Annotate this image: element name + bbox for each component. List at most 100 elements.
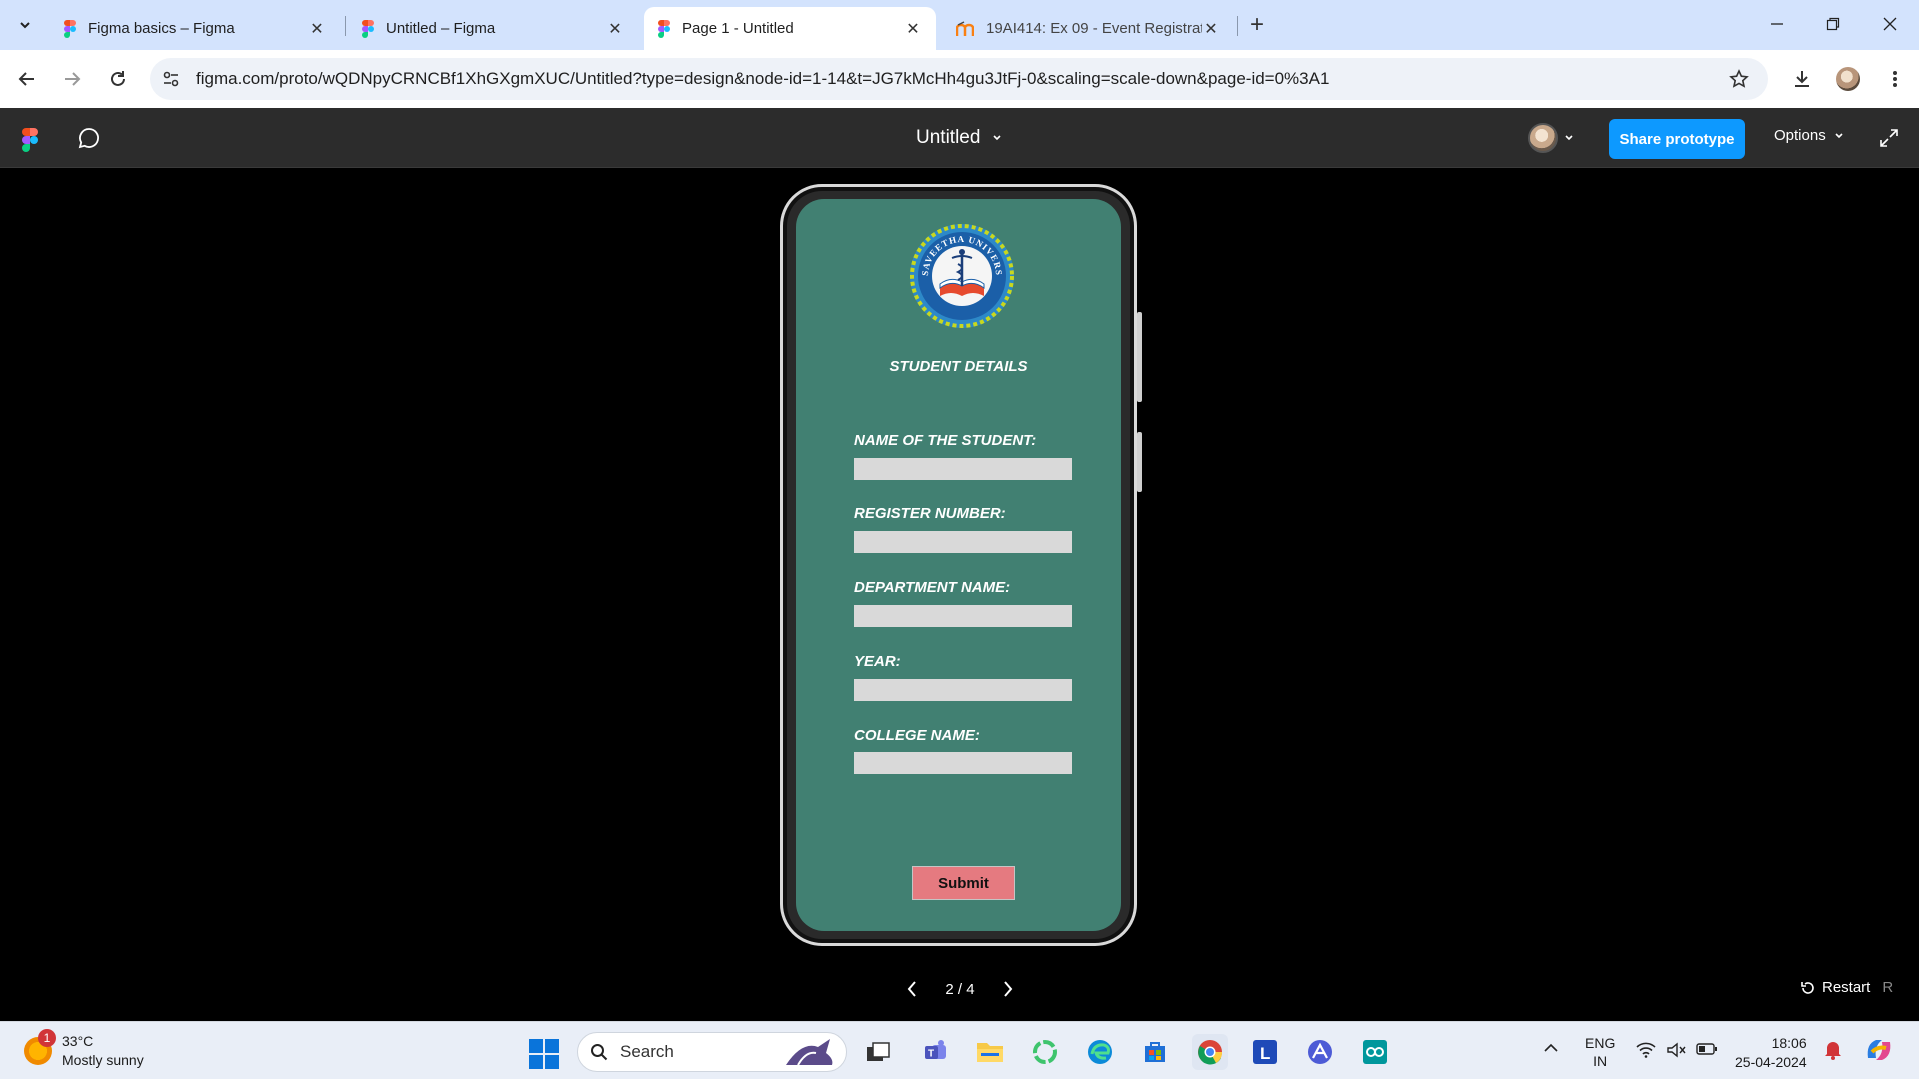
tab-title: Figma basics – Figma [88, 20, 235, 37]
chevron-left-icon[interactable] [900, 977, 924, 1001]
arc-app-icon[interactable] [1302, 1034, 1338, 1070]
prototype-canvas: SAVEETHA UNIVERSITY STUDENT DETAILS NAME… [0, 169, 1919, 1021]
saveetha-university-logo: SAVEETHA UNIVERSITY [908, 222, 1014, 328]
copilot-icon[interactable] [1864, 1036, 1894, 1068]
system-tray-quick-settings[interactable] [1636, 1042, 1718, 1058]
clock-date: 25-04-2024 [1735, 1054, 1807, 1070]
kebab-menu-icon[interactable] [1880, 64, 1910, 94]
tab-page1-untitled[interactable]: Page 1 - Untitled ✕ [644, 7, 936, 50]
new-tab-plus-icon[interactable]: + [1243, 12, 1271, 40]
teams-icon[interactable]: T [918, 1034, 954, 1070]
phone-side-button [1137, 432, 1142, 492]
browser-tab-bar: Figma basics – Figma ✕ Untitled – Figma … [0, 0, 1919, 50]
notification-bell-icon[interactable] [1824, 1040, 1842, 1064]
language-indicator[interactable]: ENG IN [1585, 1034, 1615, 1070]
avatar [1528, 123, 1558, 153]
submit-button[interactable]: Submit [912, 866, 1015, 900]
notification-badge: 1 [38, 1029, 56, 1047]
field-label-year: YEAR: [854, 653, 901, 670]
profile-avatar[interactable] [1833, 64, 1863, 94]
weather-temperature: 33°C [62, 1033, 94, 1049]
close-icon[interactable]: ✕ [606, 20, 624, 38]
search-highlight-icon [786, 1039, 833, 1066]
student-name-input[interactable] [854, 458, 1072, 480]
restart-label: Restart [1822, 979, 1871, 996]
restart-icon [1801, 981, 1814, 994]
address-bar[interactable]: figma.com/proto/wQDNpyCRNCBf1XhGXgmXUC/U… [150, 58, 1768, 100]
windows-taskbar: 1 33°C Mostly sunny Search T L ENG IN 18… [0, 1021, 1919, 1079]
figma-icon [64, 19, 76, 38]
tab-title: Page 1 - Untitled [682, 20, 794, 37]
page-counter: 2 / 4 [945, 980, 975, 998]
region-code: IN [1593, 1053, 1608, 1069]
figma-icon [362, 19, 374, 38]
share-prototype-button[interactable]: Share prototype [1609, 119, 1745, 159]
close-icon[interactable]: ✕ [1202, 20, 1220, 38]
l-app-icon[interactable]: L [1247, 1034, 1283, 1070]
arduino-icon[interactable] [1357, 1034, 1393, 1070]
fullscreen-expand-icon[interactable] [1878, 127, 1900, 149]
tab-figma-basics[interactable]: Figma basics – Figma ✕ [50, 7, 340, 50]
figma-logo-icon[interactable] [22, 128, 38, 152]
green-ring-app-icon[interactable] [1027, 1034, 1063, 1070]
weather-widget[interactable]: 1 33°C Mostly sunny [24, 1029, 144, 1070]
battery-icon [1696, 1043, 1717, 1055]
field-label-college: COLLEGE NAME: [854, 727, 980, 744]
tab-title: 19AI414: Ex 09 - Event Registrat [986, 20, 1202, 37]
college-name-input[interactable] [854, 752, 1072, 774]
task-view-icon[interactable] [860, 1034, 896, 1070]
chevron-right-icon[interactable] [996, 977, 1020, 1001]
tab-untitled-figma[interactable]: Untitled – Figma ✕ [348, 7, 638, 50]
comment-icon[interactable] [76, 125, 102, 151]
search-icon [591, 1044, 608, 1061]
options-menu-button[interactable]: Options [1774, 127, 1844, 144]
department-name-input[interactable] [854, 605, 1072, 627]
restart-button[interactable]: Restart R [1800, 979, 1893, 996]
back-arrow-icon[interactable] [12, 64, 42, 94]
edge-icon[interactable] [1082, 1034, 1118, 1070]
restart-shortcut-key: R [1882, 979, 1894, 996]
sun-icon: 1 [24, 1029, 56, 1065]
document-title[interactable]: Untitled [916, 127, 1002, 149]
tab-separator [1237, 16, 1238, 36]
taskbar-search-box[interactable]: Search [577, 1032, 847, 1072]
browser-toolbar: figma.com/proto/wQDNpyCRNCBf1XhGXgmXUC/U… [0, 50, 1919, 108]
year-input[interactable] [854, 679, 1072, 701]
language-code: ENG [1585, 1035, 1616, 1051]
clock-time: 18:06 [1771, 1035, 1807, 1051]
tab-separator [345, 16, 346, 36]
reload-icon[interactable] [103, 64, 133, 94]
minimize-icon[interactable] [1757, 10, 1797, 38]
show-hidden-icons-chevron-icon[interactable] [1543, 1040, 1559, 1058]
url-text[interactable]: figma.com/proto/wQDNpyCRNCBf1XhGXgmXUC/U… [196, 69, 1329, 89]
chevron-down-icon [1565, 135, 1573, 141]
chevron-down-icon [1835, 132, 1843, 138]
svg-text:T: T [928, 1049, 934, 1060]
site-info-icon[interactable] [158, 66, 184, 92]
phone-side-button [1137, 312, 1142, 402]
close-icon[interactable]: ✕ [904, 20, 922, 38]
figma-icon [658, 19, 670, 38]
windows-start-icon[interactable] [529, 1039, 559, 1069]
close-window-icon[interactable] [1870, 10, 1910, 38]
clock[interactable]: 18:06 25-04-2024 [1735, 1034, 1807, 1072]
user-avatar-menu[interactable] [1528, 121, 1588, 155]
tab-search-chevron-icon[interactable] [10, 11, 40, 39]
field-label-student-name: NAME OF THE STUDENT: [854, 432, 1037, 449]
forward-arrow-icon[interactable] [57, 64, 87, 94]
chrome-icon[interactable] [1192, 1034, 1228, 1070]
figma-prototype-header: Untitled Share prototype Options [0, 108, 1919, 168]
wifi-icon [1636, 1042, 1656, 1058]
bookmark-star-icon[interactable] [1726, 66, 1752, 92]
register-number-input[interactable] [854, 531, 1072, 553]
document-title-text: Untitled [916, 127, 981, 148]
file-explorer-icon[interactable] [972, 1034, 1008, 1070]
tab-event-registration[interactable]: 19AI414: Ex 09 - Event Registrat ✕ [942, 7, 1234, 50]
close-icon[interactable]: ✕ [308, 20, 326, 38]
microsoft-store-icon[interactable] [1137, 1034, 1173, 1070]
download-icon[interactable] [1787, 64, 1817, 94]
phone-frame: SAVEETHA UNIVERSITY STUDENT DETAILS NAME… [780, 184, 1142, 946]
field-label-register-number: REGISTER NUMBER: [854, 505, 1006, 522]
restore-icon[interactable] [1813, 10, 1853, 38]
page-navigator: 2 / 4 [900, 977, 1020, 1001]
